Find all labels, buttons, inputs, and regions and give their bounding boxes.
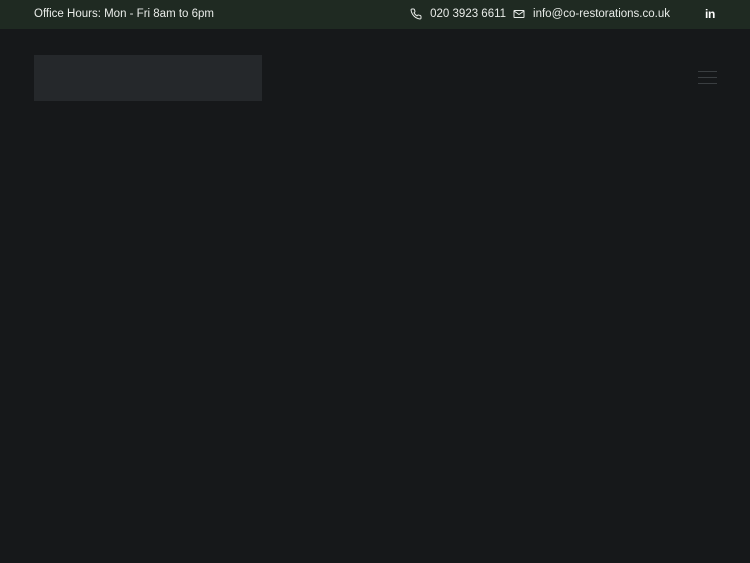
top-bar: Office Hours: Mon - Fri 8am to 6pm 020 3… xyxy=(0,0,750,29)
logo-placeholder[interactable] xyxy=(34,55,262,101)
phone-link[interactable]: 020 3923 6611 xyxy=(430,8,506,20)
envelope-icon xyxy=(513,8,525,20)
contact-info: 020 3923 6611 info@co-restorations.co.uk xyxy=(410,8,670,20)
hamburger-line xyxy=(698,71,717,72)
hamburger-menu-icon[interactable] xyxy=(698,71,717,85)
hamburger-line xyxy=(698,77,717,78)
phone-icon xyxy=(410,8,422,20)
site-header xyxy=(0,29,750,563)
linkedin-icon[interactable]: in xyxy=(705,8,717,20)
hamburger-line xyxy=(698,83,717,84)
office-hours-text: Office Hours: Mon - Fri 8am to 6pm xyxy=(34,8,215,20)
email-link[interactable]: info@co-restorations.co.uk xyxy=(533,8,670,20)
